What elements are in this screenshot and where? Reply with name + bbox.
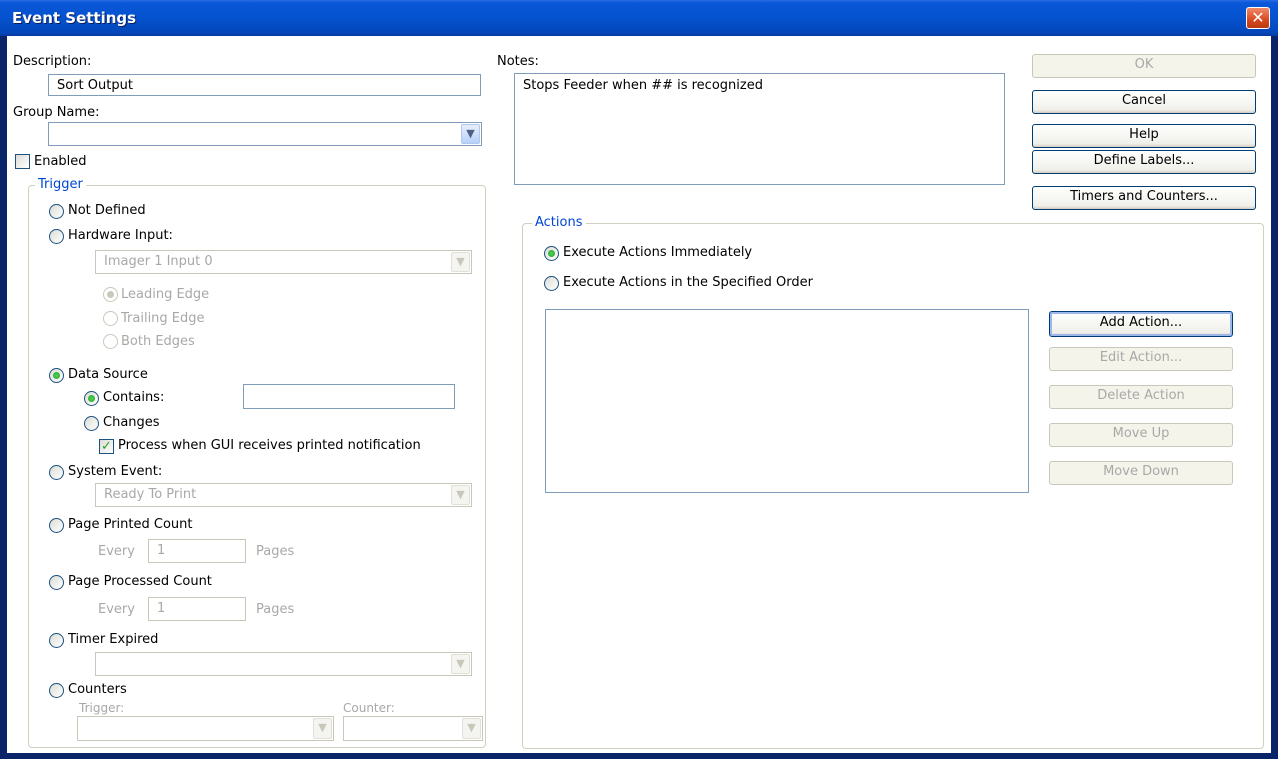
- execute-in-order-label: Execute Actions in the Specified Order: [563, 275, 813, 290]
- hardware-input-label: Hardware Input:: [68, 228, 173, 243]
- chevron-down-icon[interactable]: ▼: [451, 654, 470, 674]
- contains-input[interactable]: [243, 384, 455, 409]
- processed-every-label: Every: [98, 602, 135, 617]
- both-edges-label: Both Edges: [121, 334, 195, 349]
- title-bar[interactable]: Event Settings ✕: [0, 0, 1278, 36]
- chevron-down-icon[interactable]: ▼: [451, 252, 470, 272]
- radio-execute-in-order[interactable]: [544, 276, 559, 291]
- edit-action-button[interactable]: Edit Action...: [1049, 347, 1233, 371]
- radio-execute-immediately[interactable]: [544, 246, 559, 261]
- hardware-input-select[interactable]: Imager 1 Input 0 ▼: [95, 250, 472, 274]
- radio-leading-edge[interactable]: [103, 287, 118, 302]
- description-label: Description:: [13, 54, 92, 69]
- data-source-label: Data Source: [68, 367, 148, 382]
- ok-button[interactable]: OK: [1032, 54, 1256, 78]
- trailing-edge-label: Trailing Edge: [121, 311, 205, 326]
- enabled-checkbox[interactable]: [15, 154, 30, 169]
- execute-immediately-label: Execute Actions Immediately: [563, 245, 753, 260]
- process-gui-label: Process when GUI receives printed notifi…: [118, 438, 421, 453]
- help-button[interactable]: Help: [1032, 124, 1256, 148]
- system-event-value: Ready To Print: [104, 487, 197, 502]
- radio-contains[interactable]: [84, 391, 99, 406]
- group-name-label: Group Name:: [13, 105, 100, 120]
- add-action-button[interactable]: Add Action...: [1049, 311, 1233, 337]
- close-button[interactable]: ✕: [1246, 7, 1270, 29]
- trigger-group-title: Trigger: [35, 177, 86, 192]
- radio-changes[interactable]: [84, 416, 99, 431]
- dialog-body: Description: Sort Output Group Name: ▼ E…: [7, 36, 1271, 753]
- chevron-down-icon[interactable]: ▼: [451, 485, 470, 505]
- enabled-label: Enabled: [34, 154, 87, 169]
- timers-counters-button[interactable]: Timers and Counters...: [1032, 186, 1256, 210]
- radio-trailing-edge[interactable]: [103, 311, 118, 326]
- radio-page-processed-count[interactable]: [49, 575, 64, 590]
- system-event-label: System Event:: [68, 464, 163, 479]
- move-up-button[interactable]: Move Up: [1049, 423, 1233, 447]
- printed-every-input[interactable]: 1: [148, 539, 246, 563]
- counters-label: Counters: [68, 682, 127, 697]
- notes-label: Notes:: [497, 54, 539, 69]
- not-defined-label: Not Defined: [68, 203, 146, 218]
- radio-data-source[interactable]: [49, 368, 64, 383]
- radio-counters[interactable]: [49, 683, 64, 698]
- contains-label: Contains:: [103, 390, 165, 405]
- timer-select[interactable]: ▼: [95, 652, 472, 676]
- process-gui-checkbox[interactable]: ✓: [99, 439, 114, 454]
- printed-pages-label: Pages: [256, 544, 295, 559]
- radio-page-printed-count[interactable]: [49, 518, 64, 533]
- leading-edge-label: Leading Edge: [121, 287, 210, 302]
- chevron-down-icon[interactable]: ▼: [461, 124, 480, 144]
- define-labels-button[interactable]: Define Labels...: [1032, 150, 1256, 174]
- move-down-button[interactable]: Move Down: [1049, 461, 1233, 485]
- counters-counter-select[interactable]: ▼: [343, 716, 483, 741]
- checkmark-icon: ✓: [101, 439, 112, 454]
- radio-hardware-input[interactable]: [49, 229, 64, 244]
- timer-expired-label: Timer Expired: [68, 632, 159, 647]
- system-event-select[interactable]: Ready To Print ▼: [95, 483, 472, 507]
- chevron-down-icon[interactable]: ▼: [462, 718, 481, 739]
- group-name-select[interactable]: ▼: [48, 122, 482, 146]
- description-input[interactable]: Sort Output: [48, 74, 481, 96]
- chevron-down-icon[interactable]: ▼: [313, 718, 332, 739]
- notes-textarea[interactable]: Stops Feeder when ## is recognized: [514, 73, 1005, 185]
- counters-trigger-label: Trigger:: [79, 701, 125, 715]
- event-settings-window: Event Settings ✕ Description: Sort Outpu…: [0, 0, 1278, 759]
- counters-trigger-select[interactable]: ▼: [77, 716, 334, 741]
- actions-group-title: Actions: [532, 215, 586, 230]
- cancel-button[interactable]: Cancel: [1032, 90, 1256, 114]
- hardware-input-value: Imager 1 Input 0: [104, 254, 213, 269]
- radio-timer-expired[interactable]: [49, 633, 64, 648]
- close-icon: ✕: [1251, 8, 1265, 27]
- counters-counter-label: Counter:: [343, 701, 395, 715]
- processed-every-input[interactable]: 1: [148, 597, 246, 621]
- delete-action-button[interactable]: Delete Action: [1049, 385, 1233, 409]
- radio-system-event[interactable]: [49, 465, 64, 480]
- radio-both-edges[interactable]: [103, 334, 118, 349]
- page-printed-count-label: Page Printed Count: [68, 517, 193, 532]
- page-processed-count-label: Page Processed Count: [68, 574, 212, 589]
- window-title: Event Settings: [12, 9, 137, 27]
- changes-label: Changes: [103, 415, 160, 430]
- printed-every-label: Every: [98, 544, 135, 559]
- actions-list[interactable]: [545, 309, 1029, 493]
- processed-pages-label: Pages: [256, 602, 295, 617]
- radio-not-defined[interactable]: [49, 204, 64, 219]
